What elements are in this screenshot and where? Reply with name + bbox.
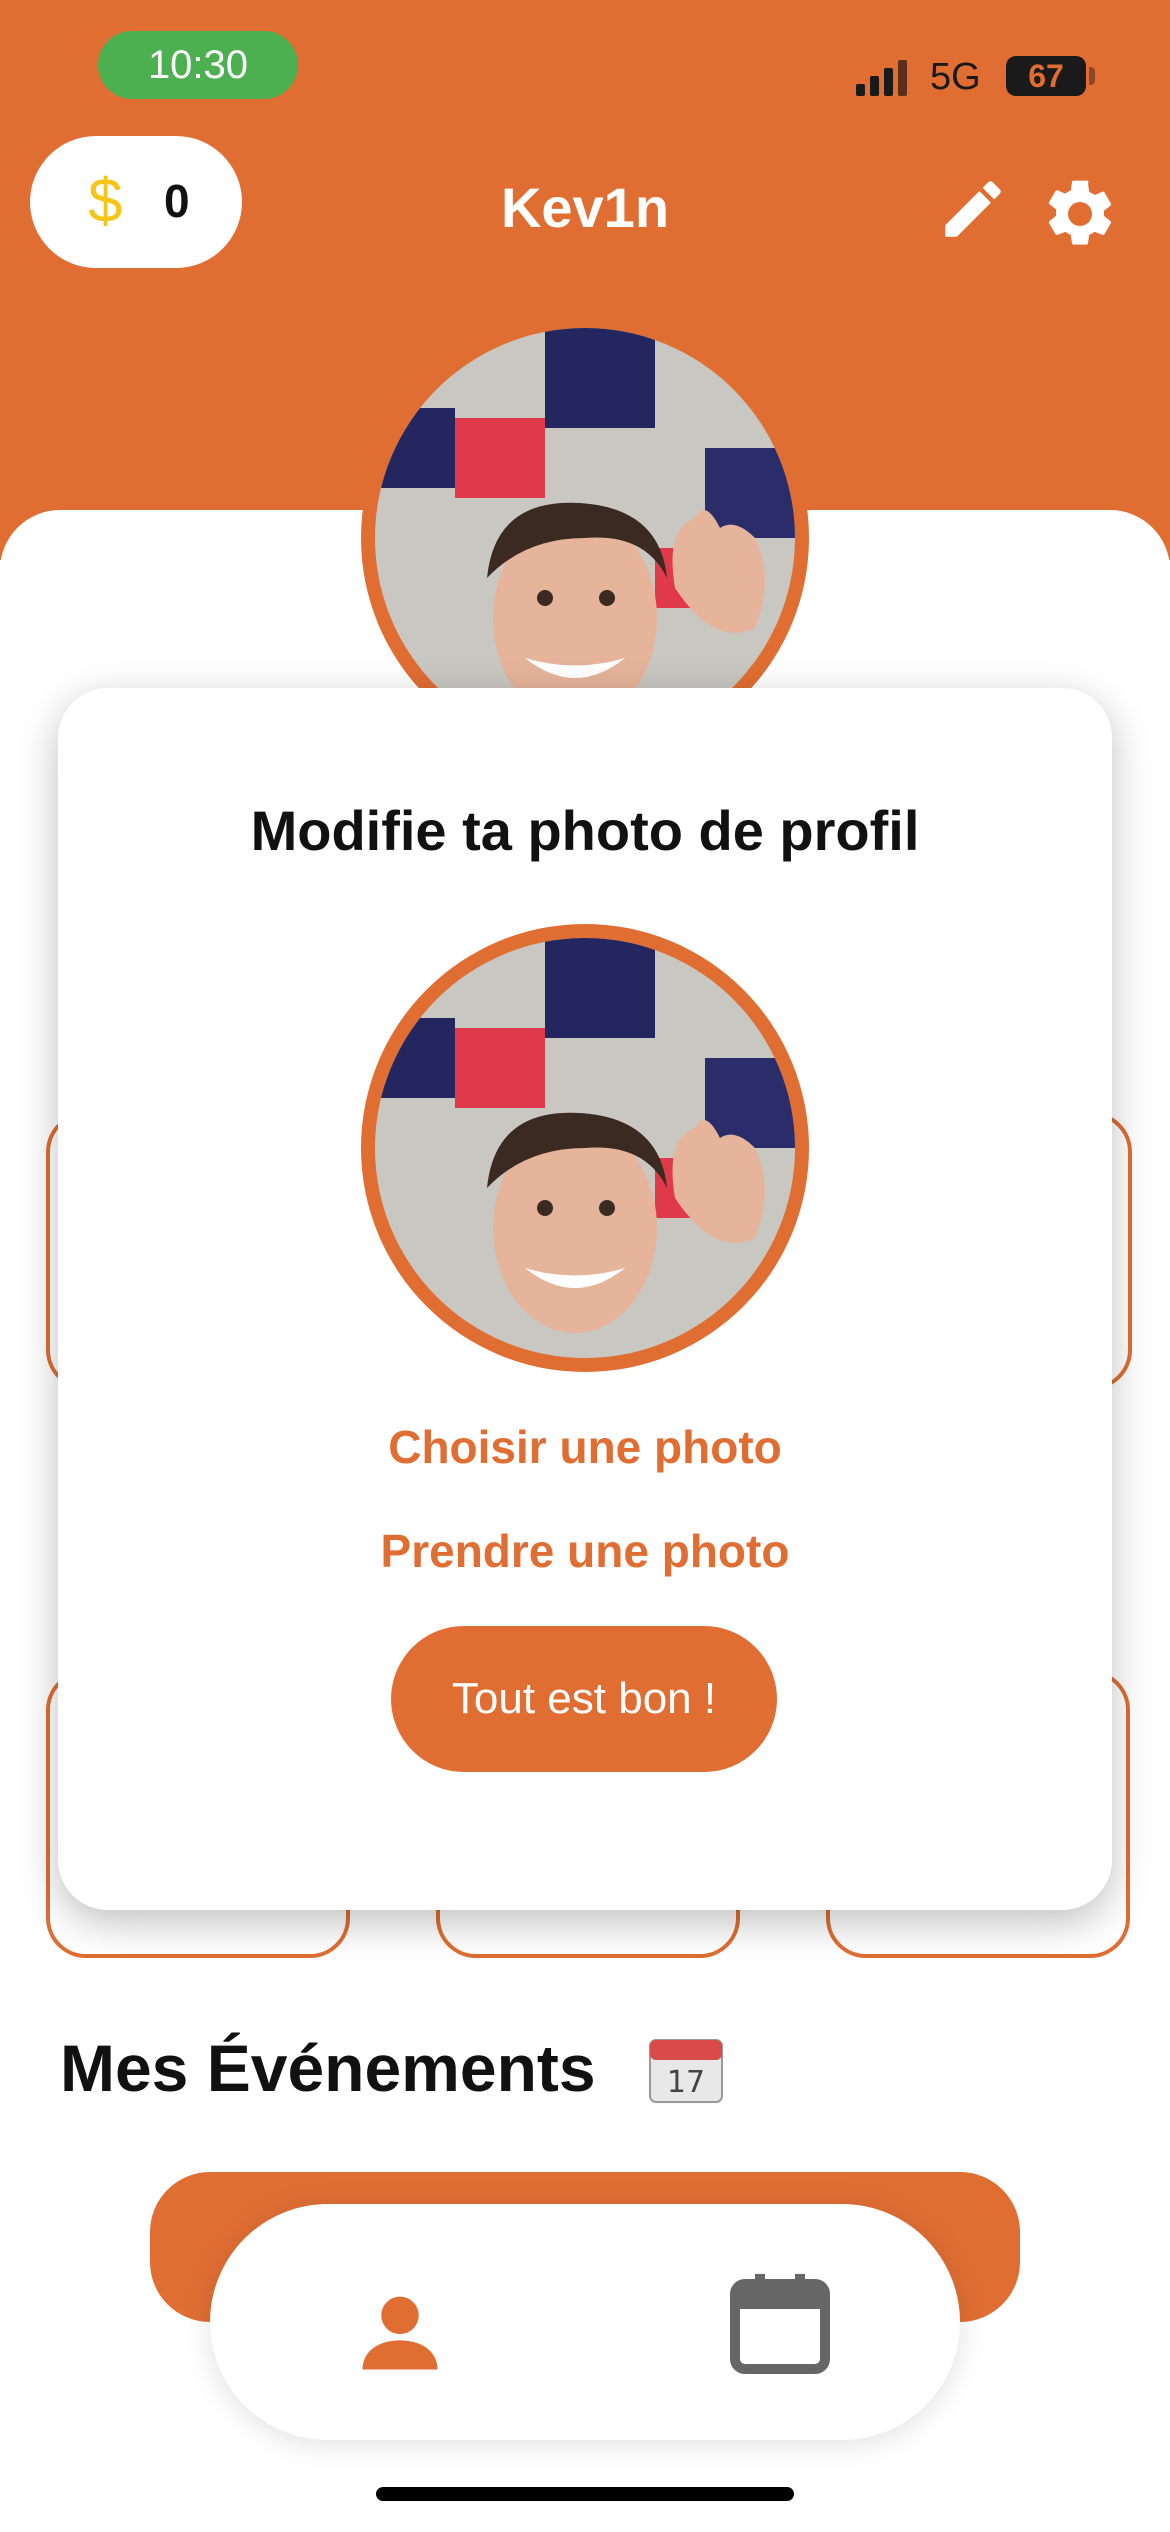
avatar-photo (375, 328, 795, 748)
confirm-button[interactable]: Tout est bon ! (391, 1626, 777, 1772)
svg-text:17: 17 (667, 2065, 705, 2100)
calendar-icon[interactable] (720, 2264, 840, 2384)
tab-bar (210, 2204, 960, 2440)
signal-icon (856, 60, 907, 96)
network-type: 5G (930, 56, 981, 98)
gear-icon[interactable] (1040, 174, 1120, 254)
status-time: 10:30 (98, 31, 298, 99)
pencil-icon[interactable] (936, 172, 1010, 246)
battery-indicator: 67 (1006, 56, 1086, 96)
take-photo-link[interactable]: Prendre une photo (58, 1524, 1112, 1578)
choose-photo-link[interactable]: Choisir une photo (58, 1420, 1112, 1474)
battery-tip (1089, 67, 1095, 85)
profile-icon[interactable] (350, 2282, 450, 2382)
modal-avatar-preview (361, 924, 809, 1372)
home-indicator (376, 2487, 794, 2501)
events-heading: Mes Événements (60, 2031, 596, 2105)
modal-title: Modifie ta photo de profil (250, 799, 920, 862)
avatar-photo (375, 938, 795, 1358)
calendar-emoji-icon: 17 (649, 2039, 723, 2103)
edit-photo-modal: Modifie ta photo de profil Choisir une p… (58, 688, 1112, 1910)
